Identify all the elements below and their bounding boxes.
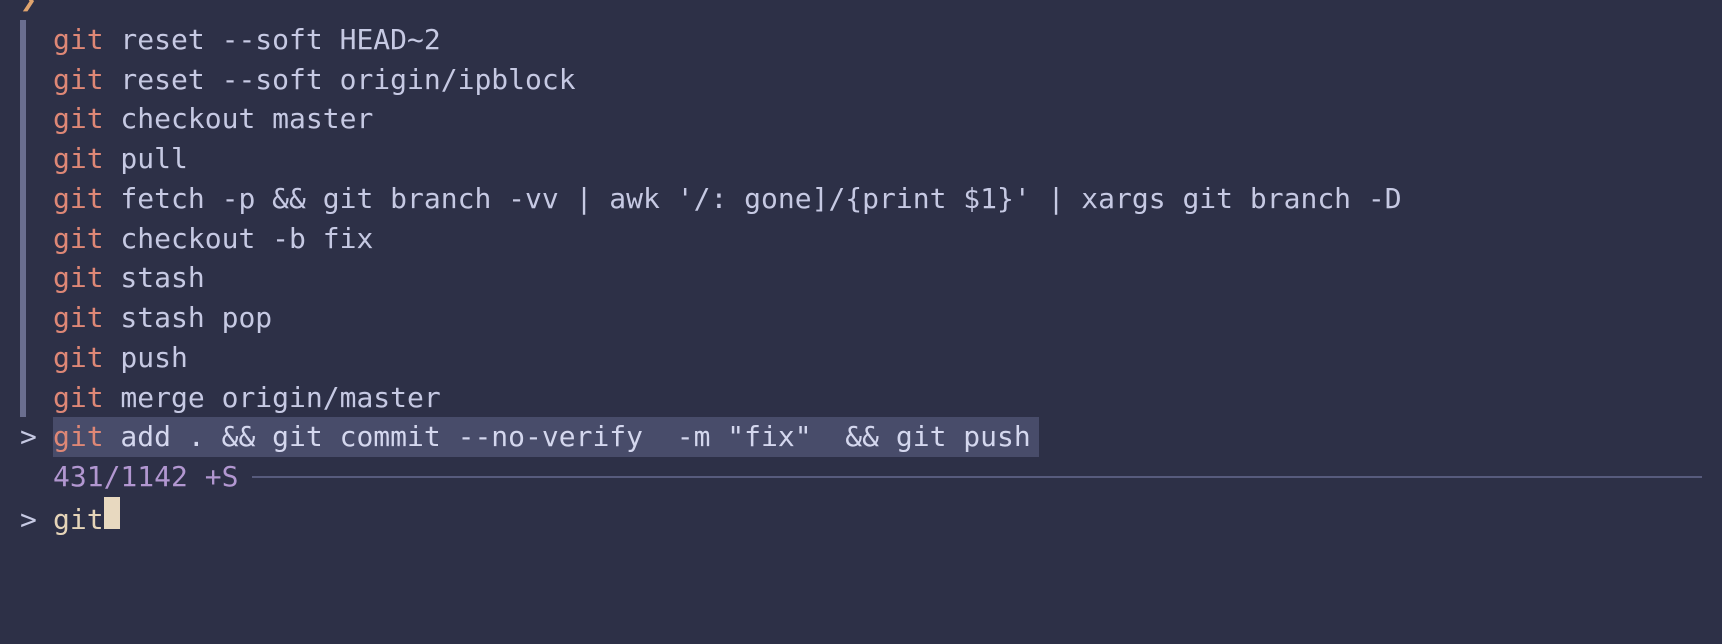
selected-history-item[interactable]: > git add . && git commit --no-verify -m… [20, 417, 1722, 457]
history-args: checkout -b fix [104, 222, 374, 255]
history-cmd: git [53, 102, 104, 135]
history-suggestions-block: git reset --soft HEAD~2 git reset --soft… [20, 20, 1722, 418]
history-cmd: git [53, 142, 104, 175]
history-item[interactable]: git pull [53, 139, 1722, 179]
history-args: push [104, 341, 188, 374]
history-item[interactable]: git checkout master [53, 99, 1722, 139]
history-args: reset --soft HEAD~2 [104, 23, 441, 56]
history-cmd: git [53, 301, 104, 334]
history-item[interactable]: git reset --soft HEAD~2 [53, 20, 1722, 60]
horizontal-rule [252, 476, 1702, 478]
history-args: reset --soft origin/ipblock [104, 63, 576, 96]
cursor-block [104, 497, 120, 529]
history-args: checkout master [104, 102, 374, 135]
history-item[interactable]: git stash pop [53, 298, 1722, 338]
input-prompt-icon: > [20, 500, 53, 540]
history-cmd: git [53, 381, 104, 414]
history-left-bar [20, 20, 26, 418]
search-input[interactable]: git [53, 500, 104, 540]
selected-args: add . && git commit --no-verify -m "fix"… [104, 420, 1031, 453]
history-item[interactable]: git reset --soft origin/ipblock [53, 60, 1722, 100]
history-item[interactable]: git merge origin/master [53, 378, 1722, 418]
selection-marker-icon: > [20, 417, 53, 457]
history-cmd: git [53, 261, 104, 294]
terminal-viewport[interactable]: via 🐍 v19.2.0 ❯ git reset --soft HEAD~2 … [0, 0, 1722, 540]
history-args: fetch -p && git branch -vv | awk '/: gon… [104, 182, 1402, 215]
history-counter-line: 431/1142 +S [20, 457, 1722, 497]
search-input-line[interactable]: > git [20, 497, 1722, 540]
history-item[interactable]: git push [53, 338, 1722, 378]
prompt-chevron-icon: ❯ [20, 0, 37, 20]
history-lines-container: git reset --soft HEAD~2 git reset --soft… [53, 20, 1722, 418]
empty-prompt-line: ❯ [20, 0, 1722, 20]
history-item[interactable]: git fetch -p && git branch -vv | awk '/:… [53, 179, 1722, 219]
history-cmd: git [53, 23, 104, 56]
selected-cmd: git [53, 420, 104, 453]
history-args: stash [104, 261, 205, 294]
history-args: merge origin/master [104, 381, 441, 414]
history-cmd: git [53, 222, 104, 255]
history-args: stash pop [104, 301, 273, 334]
history-item[interactable]: git stash [53, 258, 1722, 298]
history-args: pull [104, 142, 188, 175]
history-item[interactable]: git checkout -b fix [53, 219, 1722, 259]
history-cmd: git [53, 63, 104, 96]
history-cmd: git [53, 182, 104, 215]
history-cmd: git [53, 341, 104, 374]
history-counter: 431/1142 +S [53, 457, 238, 497]
